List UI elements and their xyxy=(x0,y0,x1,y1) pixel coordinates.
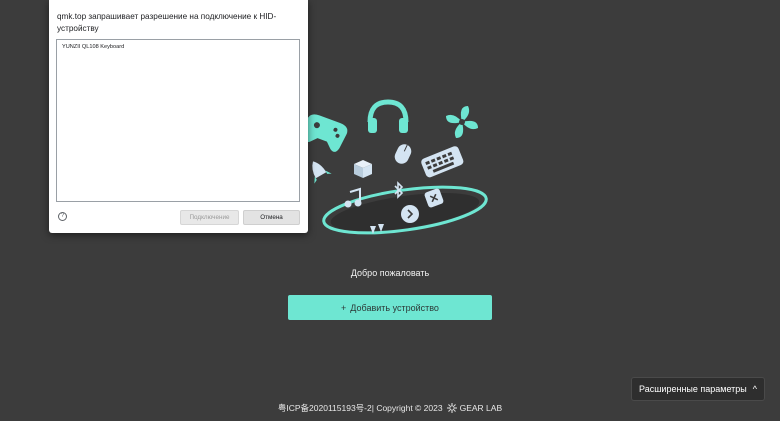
hid-permission-dialog: qmk.top запрашивает разрешение на подклю… xyxy=(49,0,308,233)
brand-name: GEAR LAB xyxy=(459,403,503,413)
footer: 粤ICP备2020115193号-2 | Copyright © 2023 GE… xyxy=(0,402,780,414)
advanced-settings-button[interactable]: Расширенные параметры ^ xyxy=(631,377,765,401)
dialog-title: qmk.top запрашивает разрешение на подклю… xyxy=(57,12,277,33)
welcome-text: Добро пожаловать xyxy=(350,268,430,278)
copyright-text: | Copyright © 2023 xyxy=(371,403,443,413)
fan-icon xyxy=(446,106,478,138)
keyboard-icon xyxy=(421,146,464,178)
devices-illustration xyxy=(303,99,488,235)
headphones-icon xyxy=(367,99,409,133)
advanced-settings-label: Расширенные параметры xyxy=(639,384,747,394)
add-device-label: Добавить устройство xyxy=(350,302,439,313)
mouse-icon xyxy=(394,144,412,164)
device-list-item[interactable]: YUNZII QL108 Keyboard xyxy=(57,40,299,54)
chat-bubble-icon xyxy=(401,205,419,223)
device-list[interactable]: YUNZII QL108 Keyboard xyxy=(56,39,300,202)
gear-lab-logo-icon xyxy=(446,403,457,413)
cube-icon xyxy=(354,160,372,178)
cancel-button[interactable]: Отмена xyxy=(243,210,300,225)
connect-button[interactable]: Подключение xyxy=(180,210,239,225)
help-icon[interactable]: ? xyxy=(58,212,67,221)
icp-link[interactable]: 粤ICP备2020115193号-2 xyxy=(278,402,372,414)
rocket-icon xyxy=(312,161,332,184)
add-device-button[interactable]: + Добавить устройство xyxy=(288,295,492,320)
chevron-up-icon: ^ xyxy=(752,384,757,394)
plus-icon: + xyxy=(341,302,347,313)
